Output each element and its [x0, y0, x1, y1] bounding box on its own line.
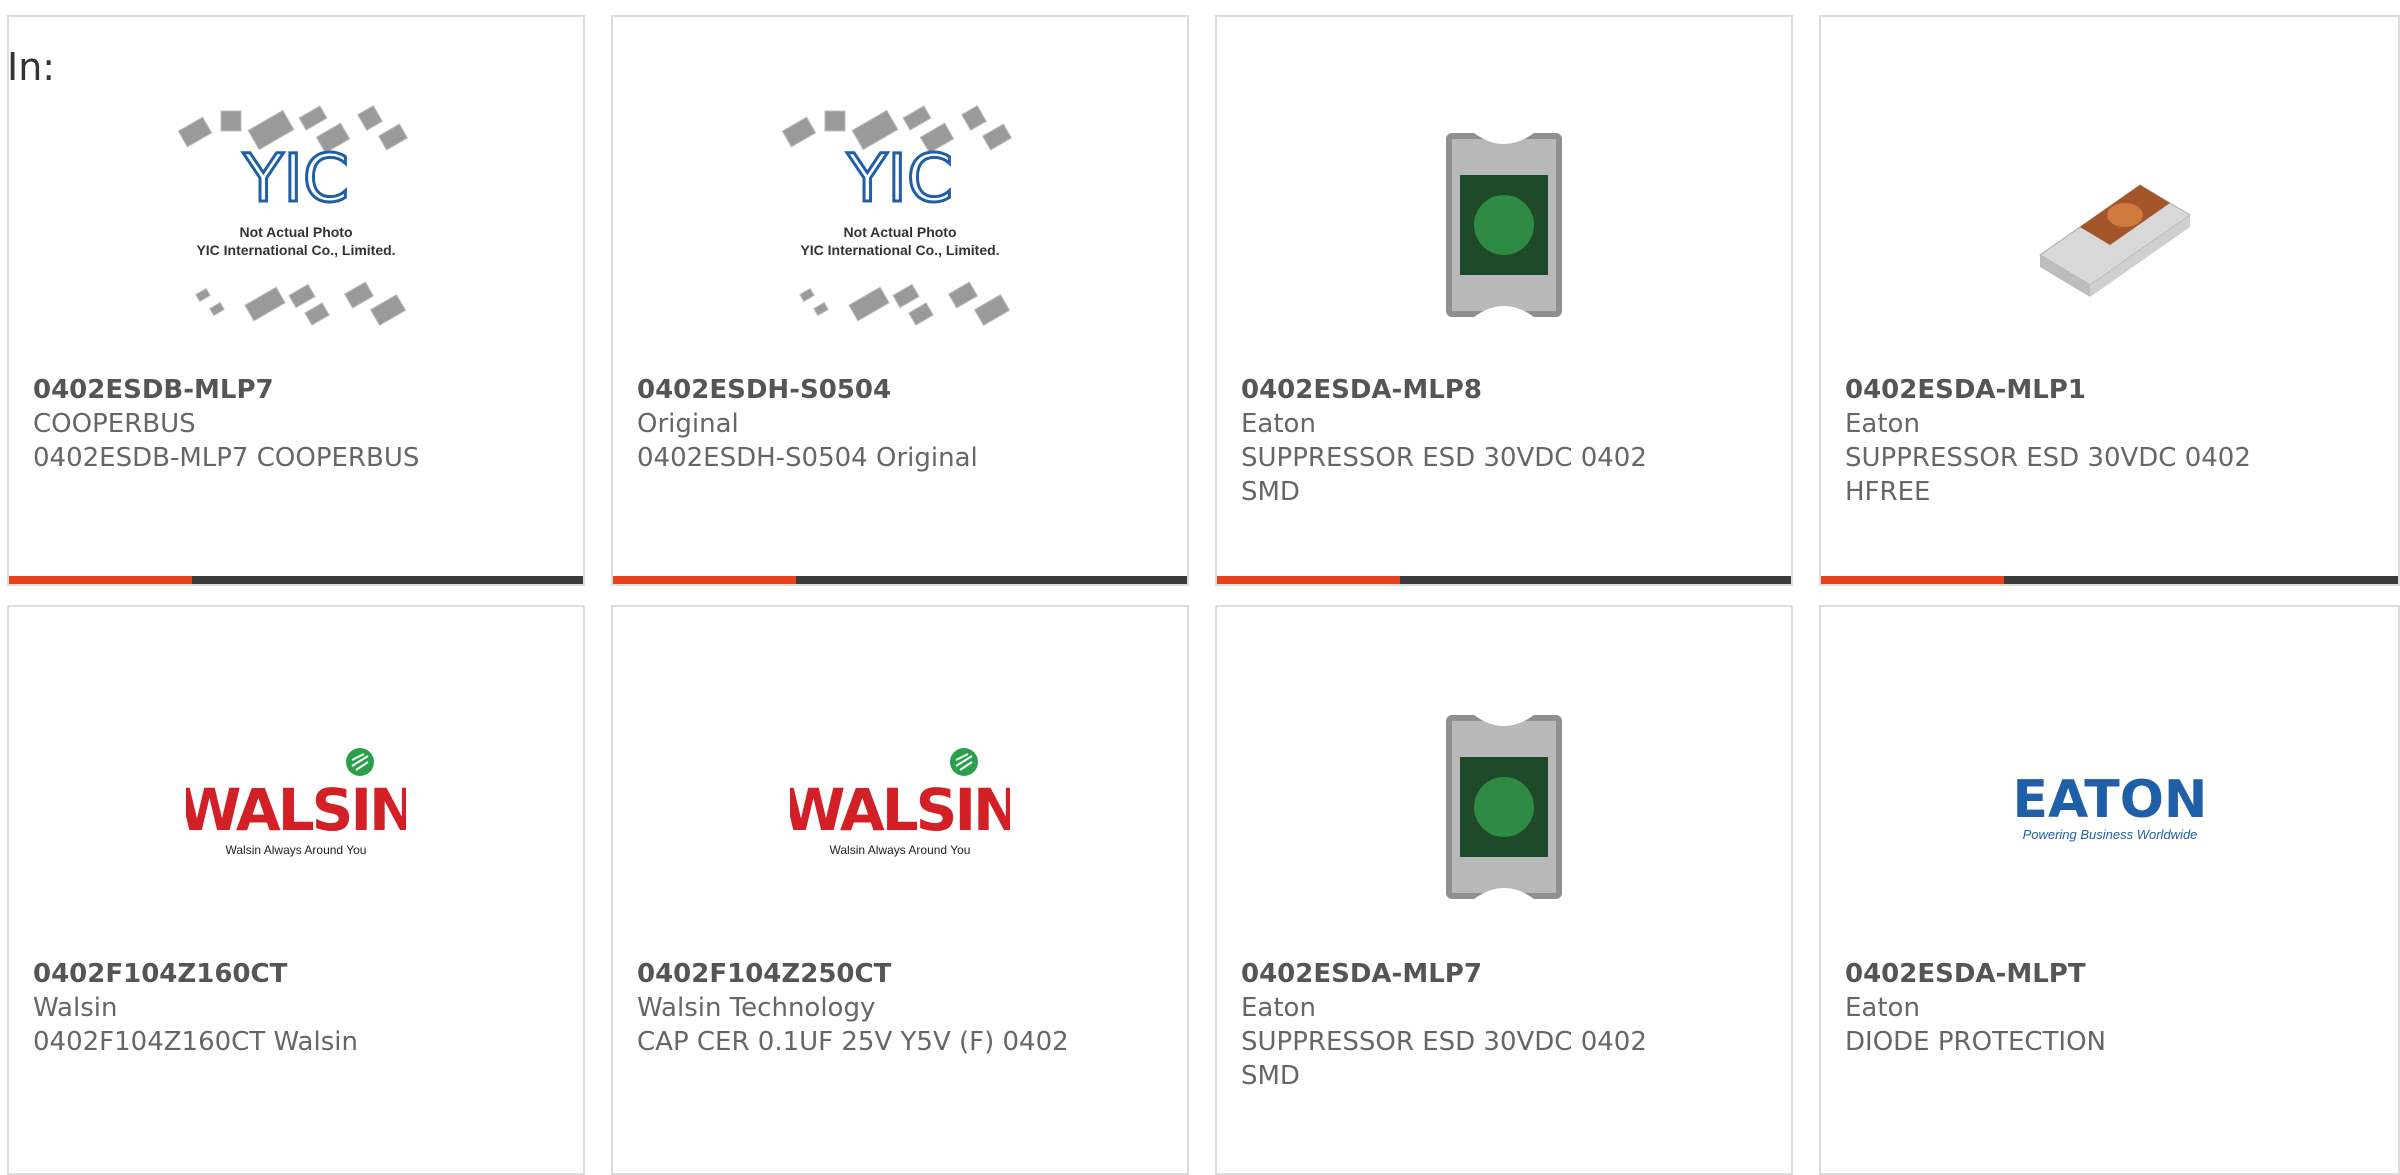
card-bar	[1821, 576, 2398, 584]
part-number[interactable]: 0402ESDA-MLPT	[1845, 957, 2378, 991]
product-info: 0402F104Z250CT Walsin Technology CAP CER…	[637, 957, 1167, 1059]
svg-text:WALSIN: WALSIN	[186, 776, 406, 844]
product-image[interactable]	[1217, 667, 1791, 947]
product-image[interactable]: YIC Not Actual Photo YIC International C…	[613, 85, 1187, 365]
eaton-logo: EATON Powering Business Worldwide	[2012, 770, 2207, 842]
walsin-logo: WALSIN Walsin Always Around You	[790, 748, 1010, 857]
product-info: 0402ESDB-MLP7 COOPERBUS 0402ESDB-MLP7 CO…	[33, 373, 563, 475]
svg-text:EATON: EATON	[2012, 770, 2207, 830]
part-number[interactable]: 0402ESDA-MLP8	[1241, 373, 1771, 407]
description: SUPPRESSOR ESD 30VDC 0402 HFREE	[1845, 443, 2251, 507]
product-card[interactable]: 0402ESDA-MLP8 Eaton SUPPRESSOR ESD 30VDC…	[1215, 15, 1793, 586]
in-label: In:	[7, 45, 56, 89]
svg-text:Not Actual Photo: Not Actual Photo	[843, 224, 956, 240]
manufacturer: Eaton	[1241, 409, 1316, 439]
yic-placeholder-image: YIC Not Actual Photo YIC International C…	[781, 105, 1013, 326]
product-card[interactable]: WALSIN Walsin Always Around You 0402F104…	[611, 605, 1189, 1175]
yic-placeholder-image: YIC Not Actual Photo YIC International C…	[177, 105, 409, 326]
product-info: 0402F104Z160CT Walsin 0402F104Z160CT Wal…	[33, 957, 563, 1059]
description: DIODE PROTECTION	[1845, 1027, 2107, 1057]
product-card[interactable]: 0402ESDA-MLP7 Eaton SUPPRESSOR ESD 30VDC…	[1215, 605, 1793, 1175]
product-image[interactable]: WALSIN Walsin Always Around You	[613, 667, 1187, 947]
product-info: 0402ESDA-MLP8 Eaton SUPPRESSOR ESD 30VDC…	[1241, 373, 1771, 509]
manufacturer: Walsin Technology	[637, 993, 876, 1023]
manufacturer: Walsin	[33, 993, 118, 1023]
manufacturer: Eaton	[1845, 993, 1920, 1023]
product-info: 0402ESDA-MLP7 Eaton SUPPRESSOR ESD 30VDC…	[1241, 957, 1771, 1093]
svg-text:YIC International Co., Limited: YIC International Co., Limited.	[800, 242, 999, 258]
description: SUPPRESSOR ESD 30VDC 0402 SMD	[1241, 1027, 1647, 1091]
manufacturer: Eaton	[1241, 993, 1316, 1023]
product-info: 0402ESDH-S0504 Original 0402ESDH-S0504 O…	[637, 373, 1167, 475]
part-number[interactable]: 0402ESDA-MLP1	[1845, 373, 2378, 407]
product-info: 0402ESDA-MLPT Eaton DIODE PROTECTION	[1845, 957, 2378, 1059]
svg-text:WALSIN: WALSIN	[790, 776, 1010, 844]
svg-text:Not Actual Photo: Not Actual Photo	[239, 224, 352, 240]
part-number[interactable]: 0402F104Z160CT	[33, 957, 563, 991]
product-card[interactable]: EATON Powering Business Worldwide 0402ES…	[1819, 605, 2400, 1175]
product-image[interactable]	[1217, 85, 1791, 365]
svg-text:YIC International Co., Limited: YIC International Co., Limited.	[196, 242, 395, 258]
card-bar	[613, 576, 1187, 584]
card-bar	[9, 576, 583, 584]
card-bar-accent	[613, 576, 796, 584]
product-image[interactable]: WALSIN Walsin Always Around You	[9, 667, 583, 947]
description: 0402ESDH-S0504 Original	[637, 443, 978, 473]
part-number[interactable]: 0402ESDA-MLP7	[1241, 957, 1771, 991]
svg-text:Walsin Always Around You: Walsin Always Around You	[830, 843, 971, 857]
product-image[interactable]: YIC Not Actual Photo YIC International C…	[9, 85, 583, 365]
product-card[interactable]: 0402ESDA-MLP1 Eaton SUPPRESSOR ESD 30VDC…	[1819, 15, 2400, 586]
manufacturer: COOPERBUS	[33, 409, 196, 439]
description: 0402ESDB-MLP7 COOPERBUS	[33, 443, 420, 473]
description: CAP CER 0.1UF 25V Y5V (F) 0402	[637, 1027, 1069, 1057]
yic-logo-text: YIC	[846, 140, 953, 217]
product-info: 0402ESDA-MLP1 Eaton SUPPRESSOR ESD 30VDC…	[1845, 373, 2378, 509]
card-bar-accent	[9, 576, 192, 584]
card-bar-accent	[1821, 576, 2004, 584]
manufacturer: Eaton	[1845, 409, 1920, 439]
card-bar-accent	[1217, 576, 1400, 584]
product-card[interactable]: YIC Not Actual Photo YIC International C…	[7, 15, 585, 586]
product-card[interactable]: WALSIN Walsin Always Around You 0402F104…	[7, 605, 585, 1175]
orange-chip-photo	[2038, 184, 2191, 297]
part-number[interactable]: 0402F104Z250CT	[637, 957, 1167, 991]
product-image[interactable]: EATON Powering Business Worldwide	[1821, 667, 2398, 947]
part-number[interactable]: 0402ESDB-MLP7	[33, 373, 563, 407]
description: 0402F104Z160CT Walsin	[33, 1027, 358, 1057]
product-image[interactable]	[1821, 85, 2398, 365]
walsin-logo: WALSIN Walsin Always Around You	[186, 748, 406, 857]
yic-logo-text: YIC	[242, 140, 349, 217]
svg-text:Walsin Always Around You: Walsin Always Around You	[226, 843, 367, 857]
part-number[interactable]: 0402ESDH-S0504	[637, 373, 1167, 407]
svg-text:Powering Business Worldwide: Powering Business Worldwide	[2022, 827, 2197, 842]
manufacturer: Original	[637, 409, 739, 439]
product-card[interactable]: YIC Not Actual Photo YIC International C…	[611, 15, 1189, 586]
green-chip-photo	[1446, 715, 1562, 899]
card-bar	[1217, 576, 1791, 584]
green-chip-photo	[1446, 133, 1562, 317]
description: SUPPRESSOR ESD 30VDC 0402 SMD	[1241, 443, 1647, 507]
